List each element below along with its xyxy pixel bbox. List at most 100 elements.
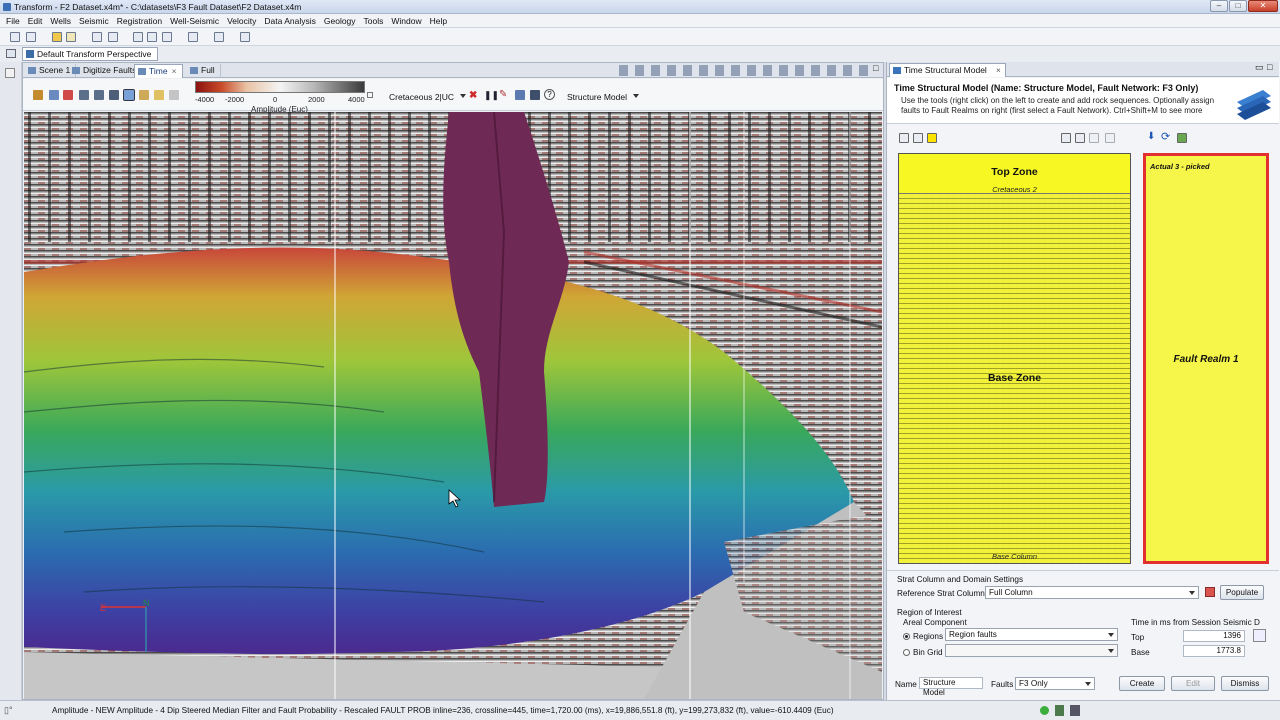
scene-toolbar: -4000 -2000 0 2000 4000 Amplitude (Euc) … — [23, 79, 883, 114]
tab-full[interactable]: Full — [187, 64, 221, 78]
horizon-dropdown[interactable]: Cretaceous 2|UC — [389, 92, 467, 102]
forward-icon[interactable] — [188, 32, 198, 42]
column-delete-icon[interactable] — [1105, 133, 1115, 143]
status-ok-icon — [1040, 706, 1049, 715]
pause-icon[interactable]: ❚❚ — [484, 90, 499, 101]
colorbar-options-icon[interactable] — [367, 92, 373, 98]
database-icon[interactable] — [1055, 705, 1064, 716]
minimize-panel-icon[interactable]: ▭ — [1255, 62, 1264, 73]
view-toolbar-icons[interactable] — [619, 65, 869, 76]
menu-tools[interactable]: Tools — [360, 14, 388, 28]
regions-radio[interactable] — [903, 633, 910, 640]
reference-strat-select[interactable]: Full Column — [985, 586, 1199, 599]
pan-tool-icon[interactable] — [139, 90, 149, 100]
pick-time-icon[interactable] — [1253, 629, 1266, 642]
grid-icon[interactable] — [162, 32, 172, 42]
3d-viewport[interactable]: E N — [24, 112, 882, 699]
menu-help[interactable]: Help — [426, 14, 451, 28]
menu-file[interactable]: File — [2, 14, 24, 28]
menu-well-seismic[interactable]: Well-Seismic — [166, 14, 223, 28]
maximize-panel-icon[interactable]: □ — [1267, 62, 1272, 72]
close-button[interactable]: ✕ — [1248, 0, 1278, 12]
arrow-down-icon[interactable]: ⬇ — [1147, 131, 1155, 142]
save-icon[interactable] — [10, 32, 20, 42]
edit-button[interactable]: Edit — [1171, 676, 1215, 691]
column-view-icon[interactable] — [1061, 133, 1071, 143]
faults-select[interactable]: F3 Only — [1015, 677, 1095, 690]
save-all-icon[interactable] — [26, 32, 36, 42]
populate-button[interactable]: Populate — [1220, 585, 1264, 600]
pencil-icon[interactable]: ✎ — [499, 89, 507, 100]
menu-window[interactable]: Window — [387, 14, 425, 28]
zoom-tool-icon[interactable] — [109, 90, 119, 100]
bin-grid-select[interactable] — [945, 644, 1118, 657]
redo-icon[interactable] — [66, 32, 76, 42]
regions-label: Regions — [913, 632, 944, 641]
dismiss-button[interactable]: Dismiss — [1221, 676, 1269, 691]
menu-data-analysis[interactable]: Data Analysis — [260, 14, 320, 28]
model-name-label: Name — [895, 680, 917, 689]
color-swatch-icon[interactable] — [927, 133, 937, 143]
menu-seismic[interactable]: Seismic — [75, 14, 113, 28]
menu-wells[interactable]: Wells — [46, 14, 75, 28]
perspective-icon[interactable] — [6, 49, 16, 58]
column-table-icon[interactable] — [1075, 133, 1085, 143]
well-tool-icon[interactable] — [92, 32, 102, 42]
create-button[interactable]: Create — [1119, 676, 1165, 691]
amplitude-colorbar — [195, 81, 365, 93]
layers-tool-icon[interactable] — [530, 90, 540, 100]
horizon-tool-icon[interactable] — [515, 90, 525, 100]
fault-tool-icon[interactable] — [63, 90, 73, 100]
move-tool-icon[interactable] — [79, 90, 89, 100]
minimized-view-icon[interactable] — [5, 68, 15, 78]
model-dropdown[interactable]: Structure Model — [567, 92, 639, 102]
close-tab-icon[interactable]: × — [996, 64, 1001, 77]
colorbar-tick: 4000 — [348, 95, 365, 104]
strat-column[interactable]: Top Zone Cretaceous 2 Base Zone Base Col… — [898, 153, 1131, 564]
undo-icon[interactable] — [52, 32, 62, 42]
menu-geology[interactable]: Geology — [320, 14, 360, 28]
rotate-tool-icon[interactable] — [94, 90, 104, 100]
column-edit-icon[interactable] — [1089, 133, 1099, 143]
settings-tool-icon[interactable] — [1070, 705, 1080, 716]
menu-velocity[interactable]: Velocity — [223, 14, 260, 28]
main-toolbar — [0, 28, 1280, 46]
strat-column-icon[interactable] — [1205, 587, 1215, 597]
refresh-icon[interactable]: ⟳ — [1161, 130, 1170, 143]
add-zone-icon[interactable] — [913, 133, 923, 143]
add-sequence-icon[interactable] — [899, 133, 909, 143]
structural-model-logo-icon — [1237, 90, 1271, 120]
measure-tool-icon[interactable] — [169, 90, 179, 100]
seismic-section-icon[interactable] — [147, 32, 157, 42]
fault-network-icon[interactable] — [1177, 133, 1187, 143]
top-zone-label: Top Zone — [991, 166, 1038, 178]
pick-tool-icon[interactable] — [33, 90, 43, 100]
maximize-view-icon[interactable]: □ — [873, 63, 878, 73]
fault-realm-column[interactable]: Actual 3 - picked Fault Realm 1 — [1143, 153, 1269, 564]
close-tab-icon[interactable]: × — [172, 66, 177, 76]
seismic-view-icon[interactable] — [133, 32, 143, 42]
top-time-input[interactable]: 1396 — [1183, 630, 1245, 642]
tab-digitize-faults[interactable]: Digitize Faults — [69, 64, 143, 78]
menu-edit[interactable]: Edit — [24, 14, 47, 28]
marker-tool-icon[interactable] — [108, 32, 118, 42]
help-icon[interactable]: ? — [544, 89, 555, 100]
minimize-button[interactable]: – — [1210, 0, 1228, 12]
regions-select[interactable]: Region faults — [945, 628, 1118, 641]
select-tool-icon[interactable] — [123, 89, 135, 101]
tab-time-structural-model[interactable]: Time Structural Model × — [889, 63, 1006, 77]
snap-tool-icon[interactable] — [154, 90, 164, 100]
delete-icon[interactable]: ✖ — [469, 90, 477, 101]
perspective-tab[interactable]: Default Transform Perspective — [22, 47, 159, 61]
base-time-input[interactable]: 1773.8 — [1183, 645, 1245, 657]
bin-grid-radio[interactable] — [903, 649, 910, 656]
seismic-scene[interactable]: E N — [24, 112, 882, 699]
menu-registration[interactable]: Registration — [113, 14, 166, 28]
transform-icon[interactable] — [214, 32, 224, 42]
tab-time[interactable]: Time × — [134, 64, 183, 78]
model-name-input[interactable]: Structure Model — [919, 677, 983, 697]
maximize-button[interactable]: □ — [1229, 0, 1247, 12]
chart-icon[interactable] — [240, 32, 250, 42]
left-side-strip — [0, 62, 22, 700]
digitize-tool-icon[interactable] — [49, 90, 59, 100]
